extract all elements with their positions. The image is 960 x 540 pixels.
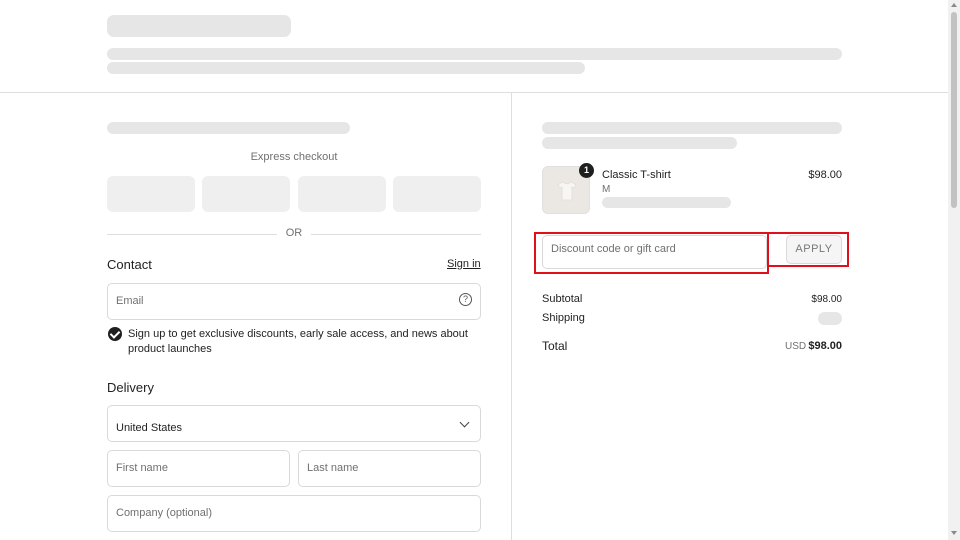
header-logo-skeleton: [107, 15, 291, 37]
delivery-heading: Delivery: [107, 380, 154, 395]
express-pay-button[interactable]: [202, 176, 290, 212]
country-select[interactable]: United States: [107, 405, 481, 442]
summary-subtitle-skeleton: [542, 137, 737, 149]
subtotal-value: $98.00: [811, 294, 842, 305]
shipping-label: Shipping: [542, 312, 585, 324]
shipping-value-skeleton: [818, 312, 842, 325]
scrollbar[interactable]: [948, 0, 960, 540]
or-divider: OR: [107, 227, 481, 241]
page-header: [0, 0, 948, 93]
last-name-placeholder: Last name: [307, 462, 359, 474]
checkout-title-skeleton: [107, 122, 350, 134]
express-pay-button[interactable]: [393, 176, 481, 212]
marketing-optin-checkbox[interactable]: [108, 327, 122, 341]
product-price: $98.00: [808, 169, 842, 181]
company-field[interactable]: Company (optional): [107, 495, 481, 532]
help-icon[interactable]: ?: [459, 293, 472, 306]
company-placeholder: Company (optional): [116, 507, 212, 519]
or-divider-text: OR: [285, 227, 303, 239]
scroll-up-arrow[interactable]: [951, 3, 957, 7]
product-variant: M: [602, 184, 611, 195]
header-line-skeleton: [107, 48, 842, 60]
first-name-field[interactable]: First name: [107, 450, 290, 487]
scrollbar-thumb[interactable]: [951, 12, 957, 208]
express-checkout-label: Express checkout: [250, 151, 338, 163]
product-name: Classic T-shirt: [602, 169, 671, 181]
product-detail-skeleton: [602, 197, 731, 208]
email-placeholder: Email: [116, 295, 144, 307]
country-value: United States: [116, 422, 183, 434]
total-label: Total: [542, 339, 568, 353]
express-pay-button[interactable]: [298, 176, 386, 212]
quantity-badge: 1: [579, 163, 594, 178]
last-name-field[interactable]: Last name: [298, 450, 481, 487]
header-line-skeleton: [107, 62, 585, 74]
scroll-down-arrow[interactable]: [951, 531, 957, 535]
column-divider: [511, 93, 512, 540]
highlight-box: [767, 232, 849, 267]
total-currency: USD: [785, 341, 807, 352]
subtotal-label: Subtotal: [542, 293, 583, 305]
first-name-placeholder: First name: [116, 462, 168, 474]
sign-in-link[interactable]: Sign in: [447, 258, 481, 270]
email-field[interactable]: Email ?: [107, 283, 481, 320]
summary-title-skeleton: [542, 122, 842, 134]
total-value: $98.00: [808, 340, 842, 352]
contact-heading: Contact: [107, 257, 152, 272]
or-divider-line: [107, 234, 277, 235]
chevron-down-icon: [459, 417, 470, 428]
marketing-optin-label: Sign up to get exclusive discounts, earl…: [128, 328, 468, 355]
highlight-box: [534, 232, 769, 274]
express-pay-button[interactable]: [107, 176, 195, 212]
or-divider-line: [311, 234, 481, 235]
tshirt-icon: [557, 181, 577, 201]
